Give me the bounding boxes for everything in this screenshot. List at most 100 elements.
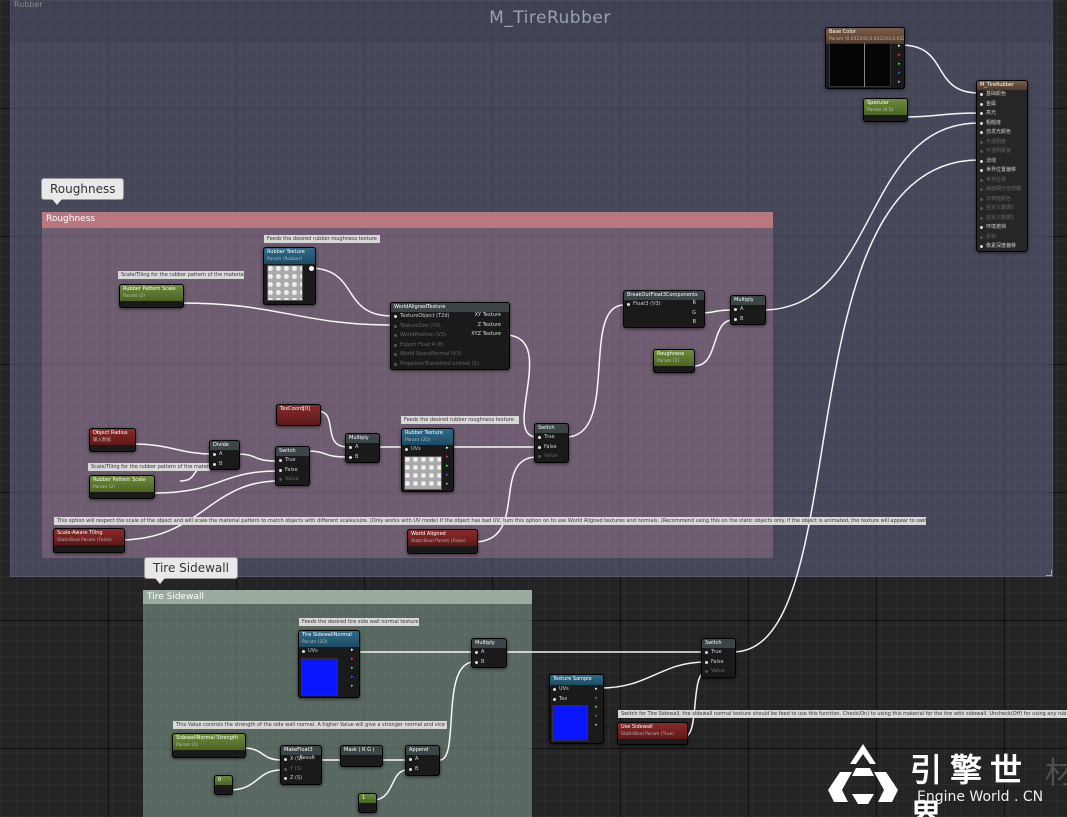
divide-input-a[interactable]: A xyxy=(210,450,239,460)
makefloat3-node[interactable]: MakeFloat3 X (S) Y (S) Z (S) Result xyxy=(280,745,322,785)
output-pin[interactable]: 法线 xyxy=(977,157,1027,167)
wire-normal-out xyxy=(732,159,980,653)
breakout-float3-node[interactable]: BreakOutFloat3Components Float3 (V3) R G… xyxy=(623,290,705,328)
rubber-texture-2-outputs[interactable]: ▸ ▸ ▸ ▸ ▸ xyxy=(446,444,449,489)
multiply-sidewall-node[interactable]: Multiply A B xyxy=(471,638,507,668)
comment-strength-note[interactable]: This Value controls the strength of the … xyxy=(173,721,447,729)
multiply-uv-node[interactable]: Multiply A B xyxy=(345,433,380,463)
texture-sample-outputs[interactable]: ▸ ▸ ▸ ▸ ▸ xyxy=(595,685,598,730)
output-pin[interactable]: 环境遮挡 xyxy=(977,223,1027,233)
world-aligned-bool-node[interactable]: World Aligned StaticBool Param (False) xyxy=(407,529,478,554)
output-pin[interactable]: 次表面颜色 xyxy=(977,195,1027,205)
switch-2-input[interactable]: False xyxy=(535,443,568,453)
rubber-texture-node-2[interactable]: Rubber Texture Param (2D) UVs ▸ ▸ ▸ ▸ ▸ xyxy=(401,428,454,492)
base-color-node[interactable]: Base ColorParam (0.032243,0.032243,0.032… xyxy=(825,27,905,89)
makefloat3-input[interactable]: Z (S) xyxy=(281,774,321,784)
divide-input-b[interactable]: B xyxy=(210,460,239,470)
makefloat3-result[interactable]: Result xyxy=(300,754,315,764)
output-pin[interactable]: 世界位移 xyxy=(977,176,1027,186)
multiply-uv-input-b[interactable]: B xyxy=(346,453,379,463)
texture-sample-node[interactable]: Texture Sample UVs Tex ▸ ▸ ▸ ▸ ▸ xyxy=(549,674,604,744)
switch-1-input[interactable]: Value xyxy=(276,475,309,485)
mask-rg-node[interactable]: Mask ( R G ) xyxy=(340,745,383,767)
output-pin[interactable]: 世界位置偏移 xyxy=(977,166,1027,176)
world-aligned-input[interactable]: Export Float 4 (B) xyxy=(391,341,509,351)
rubber-pattern-scale-node-1[interactable]: Rubber Pattern Scale Param (2) xyxy=(119,284,184,308)
append-node[interactable]: Append A B xyxy=(405,745,440,776)
output-pin[interactable]: 折射 xyxy=(977,233,1027,243)
world-aligned-outputs[interactable]: XY Texture Z Texture XYZ Texture xyxy=(471,311,501,340)
comment-scale-tiling-1[interactable]: Scale/Tiling for the rubber pattern of t… xyxy=(118,271,244,279)
world-aligned-input[interactable]: ProjectionTransitionContrast (S) xyxy=(391,360,509,370)
output-pin[interactable]: 曲面细分倍增器 xyxy=(977,185,1027,195)
switch-2-input[interactable]: True xyxy=(535,433,568,443)
world-aligned-output[interactable]: Z Texture xyxy=(471,321,501,331)
base-color-outputs[interactable]: ▸ ▸ ▸ ▸ ▸ xyxy=(898,42,901,87)
makefloat3-input[interactable]: Y (S) xyxy=(281,765,321,775)
divide-node[interactable]: Divide A B xyxy=(209,440,240,470)
texcoord-node[interactable]: TexCoord[0] xyxy=(276,404,321,426)
comment-feeds-roughness-1[interactable]: Feeds the desired rubber roughness textu… xyxy=(264,235,380,243)
material-output-node[interactable]: M_TireRubber 基础颜色 金属 高光 粗糙度 自发光颜色 不透明度 不透明蒙板 法线… xyxy=(976,80,1028,252)
specular-node[interactable]: Specular Param (0.5) xyxy=(863,98,908,122)
object-radius-node[interactable]: Object Radius 输入数据 xyxy=(89,428,136,452)
multiply-input-a[interactable]: A xyxy=(731,305,765,315)
multiply-sidewall-input-a[interactable]: A xyxy=(472,648,506,658)
output-pin[interactable]: 高光 xyxy=(977,109,1027,119)
comment-scale-aware-note[interactable]: This option will respect the scale of th… xyxy=(54,517,926,525)
breakout-output[interactable]: B xyxy=(692,318,696,327)
world-aligned-texture-node[interactable]: WorldAlignedTexture TextureObject (T2d) … xyxy=(390,302,510,370)
comment-scale-tiling-2[interactable]: Scale/Tiling for the rubber pattern of t… xyxy=(88,463,210,471)
output-pin[interactable]: 不透明蒙板 xyxy=(977,147,1027,157)
specular-header: Specular Param (0.5) xyxy=(864,99,907,115)
comment-feeds-roughness-2[interactable]: Feeds the desired rubber roughness textu… xyxy=(401,416,519,424)
comment-switch-sidewall-note[interactable]: Switch for Tire Sidewall, the sidewall n… xyxy=(618,710,1067,718)
switch-node-2[interactable]: Switch True False Value xyxy=(534,423,569,463)
tire-sidewall-normal-node[interactable]: Tire SidewallNormal Param (2D) UVs ▸ ▸ ▸ ▸ ▸ xyxy=(298,630,360,698)
output-pin[interactable]: 自发光颜色 xyxy=(977,128,1027,138)
output-pin[interactable]: 粗糙度 xyxy=(977,119,1027,129)
constant-zero-node[interactable]: 0 xyxy=(214,775,233,795)
scale-aware-tiling-node[interactable]: Scale-Aware Tiling StaticBool Param (Fals… xyxy=(53,528,125,553)
append-input-a[interactable]: A xyxy=(406,755,439,765)
world-aligned-output[interactable]: XYZ Texture xyxy=(471,330,501,340)
output-pin[interactable]: 基础颜色 xyxy=(977,90,1027,100)
switch-sidewall-input[interactable]: False xyxy=(702,658,735,668)
switch-sidewall-input[interactable]: True xyxy=(702,648,735,658)
makefloat3-output[interactable]: Result xyxy=(300,754,315,764)
comment-feeds-sidewall[interactable]: Feeds the desired tire side wall normal … xyxy=(299,618,419,626)
switch-node-1[interactable]: Switch True False Value xyxy=(275,446,310,486)
frame-resize-handle[interactable] xyxy=(1046,570,1052,576)
switch-sidewall-node[interactable]: Switch True False Value xyxy=(701,638,736,678)
switch-1-input[interactable]: False xyxy=(276,466,309,476)
roughness-param-node[interactable]: Roughness Param (1) xyxy=(653,349,695,373)
append-input-b[interactable]: B xyxy=(406,765,439,775)
rubber-pattern-scale-node-2[interactable]: Rubber Pattern Scale Param (2) xyxy=(89,475,155,499)
switch-sidewall-input[interactable]: Value xyxy=(702,667,735,677)
sidewall-normal-uvs[interactable]: UVs xyxy=(299,647,359,657)
output-pin[interactable]: 自定义数据1 xyxy=(977,214,1027,224)
constant-zero-header: 0 xyxy=(215,776,232,785)
constant-one-node[interactable]: 1 xyxy=(358,793,377,813)
world-aligned-input[interactable]: World SpaceNormal (V3) xyxy=(391,350,509,360)
multiply-uv-input-a[interactable]: A xyxy=(346,443,379,453)
output-pin[interactable]: 不透明度 xyxy=(977,138,1027,148)
rubber-texture-node-1[interactable]: Rubber Texture Param (Rubber) xyxy=(263,247,316,305)
sidewall-normal-strength-node[interactable]: SidewallNormal Strength Param (1) xyxy=(172,733,246,758)
sidewall-normal-outputs[interactable]: ▸ ▸ ▸ ▸ ▸ xyxy=(351,646,354,691)
multiply-input-b[interactable]: B xyxy=(731,315,765,325)
output-pin[interactable]: 自定义数据0 xyxy=(977,204,1027,214)
breakout-output[interactable]: R xyxy=(692,299,696,309)
breakout-output[interactable]: G xyxy=(692,309,696,319)
multiply-roughness-node[interactable]: Multiply A B xyxy=(730,295,766,325)
output-pin-list[interactable]: 基础颜色 金属 高光 粗糙度 自发光颜色 不透明度 不透明蒙板 法线 世界位置偏移 世界位移 曲面细… xyxy=(977,90,1027,251)
multiply-sidewall-input-b[interactable]: B xyxy=(472,658,506,668)
switch-1-input[interactable]: True xyxy=(276,456,309,466)
output-pin[interactable]: 像素深度偏移 xyxy=(977,242,1027,251)
breakout-outputs[interactable]: R G B xyxy=(692,299,696,327)
switch-2-input[interactable]: Value xyxy=(535,452,568,462)
use-sidewall-node[interactable]: Use Sidewall StaticBool Param (True) xyxy=(617,722,688,745)
world-aligned-output[interactable]: XY Texture xyxy=(471,311,501,321)
rubber-texture-1-output-pin[interactable] xyxy=(309,266,314,271)
output-pin[interactable]: 金属 xyxy=(977,100,1027,110)
